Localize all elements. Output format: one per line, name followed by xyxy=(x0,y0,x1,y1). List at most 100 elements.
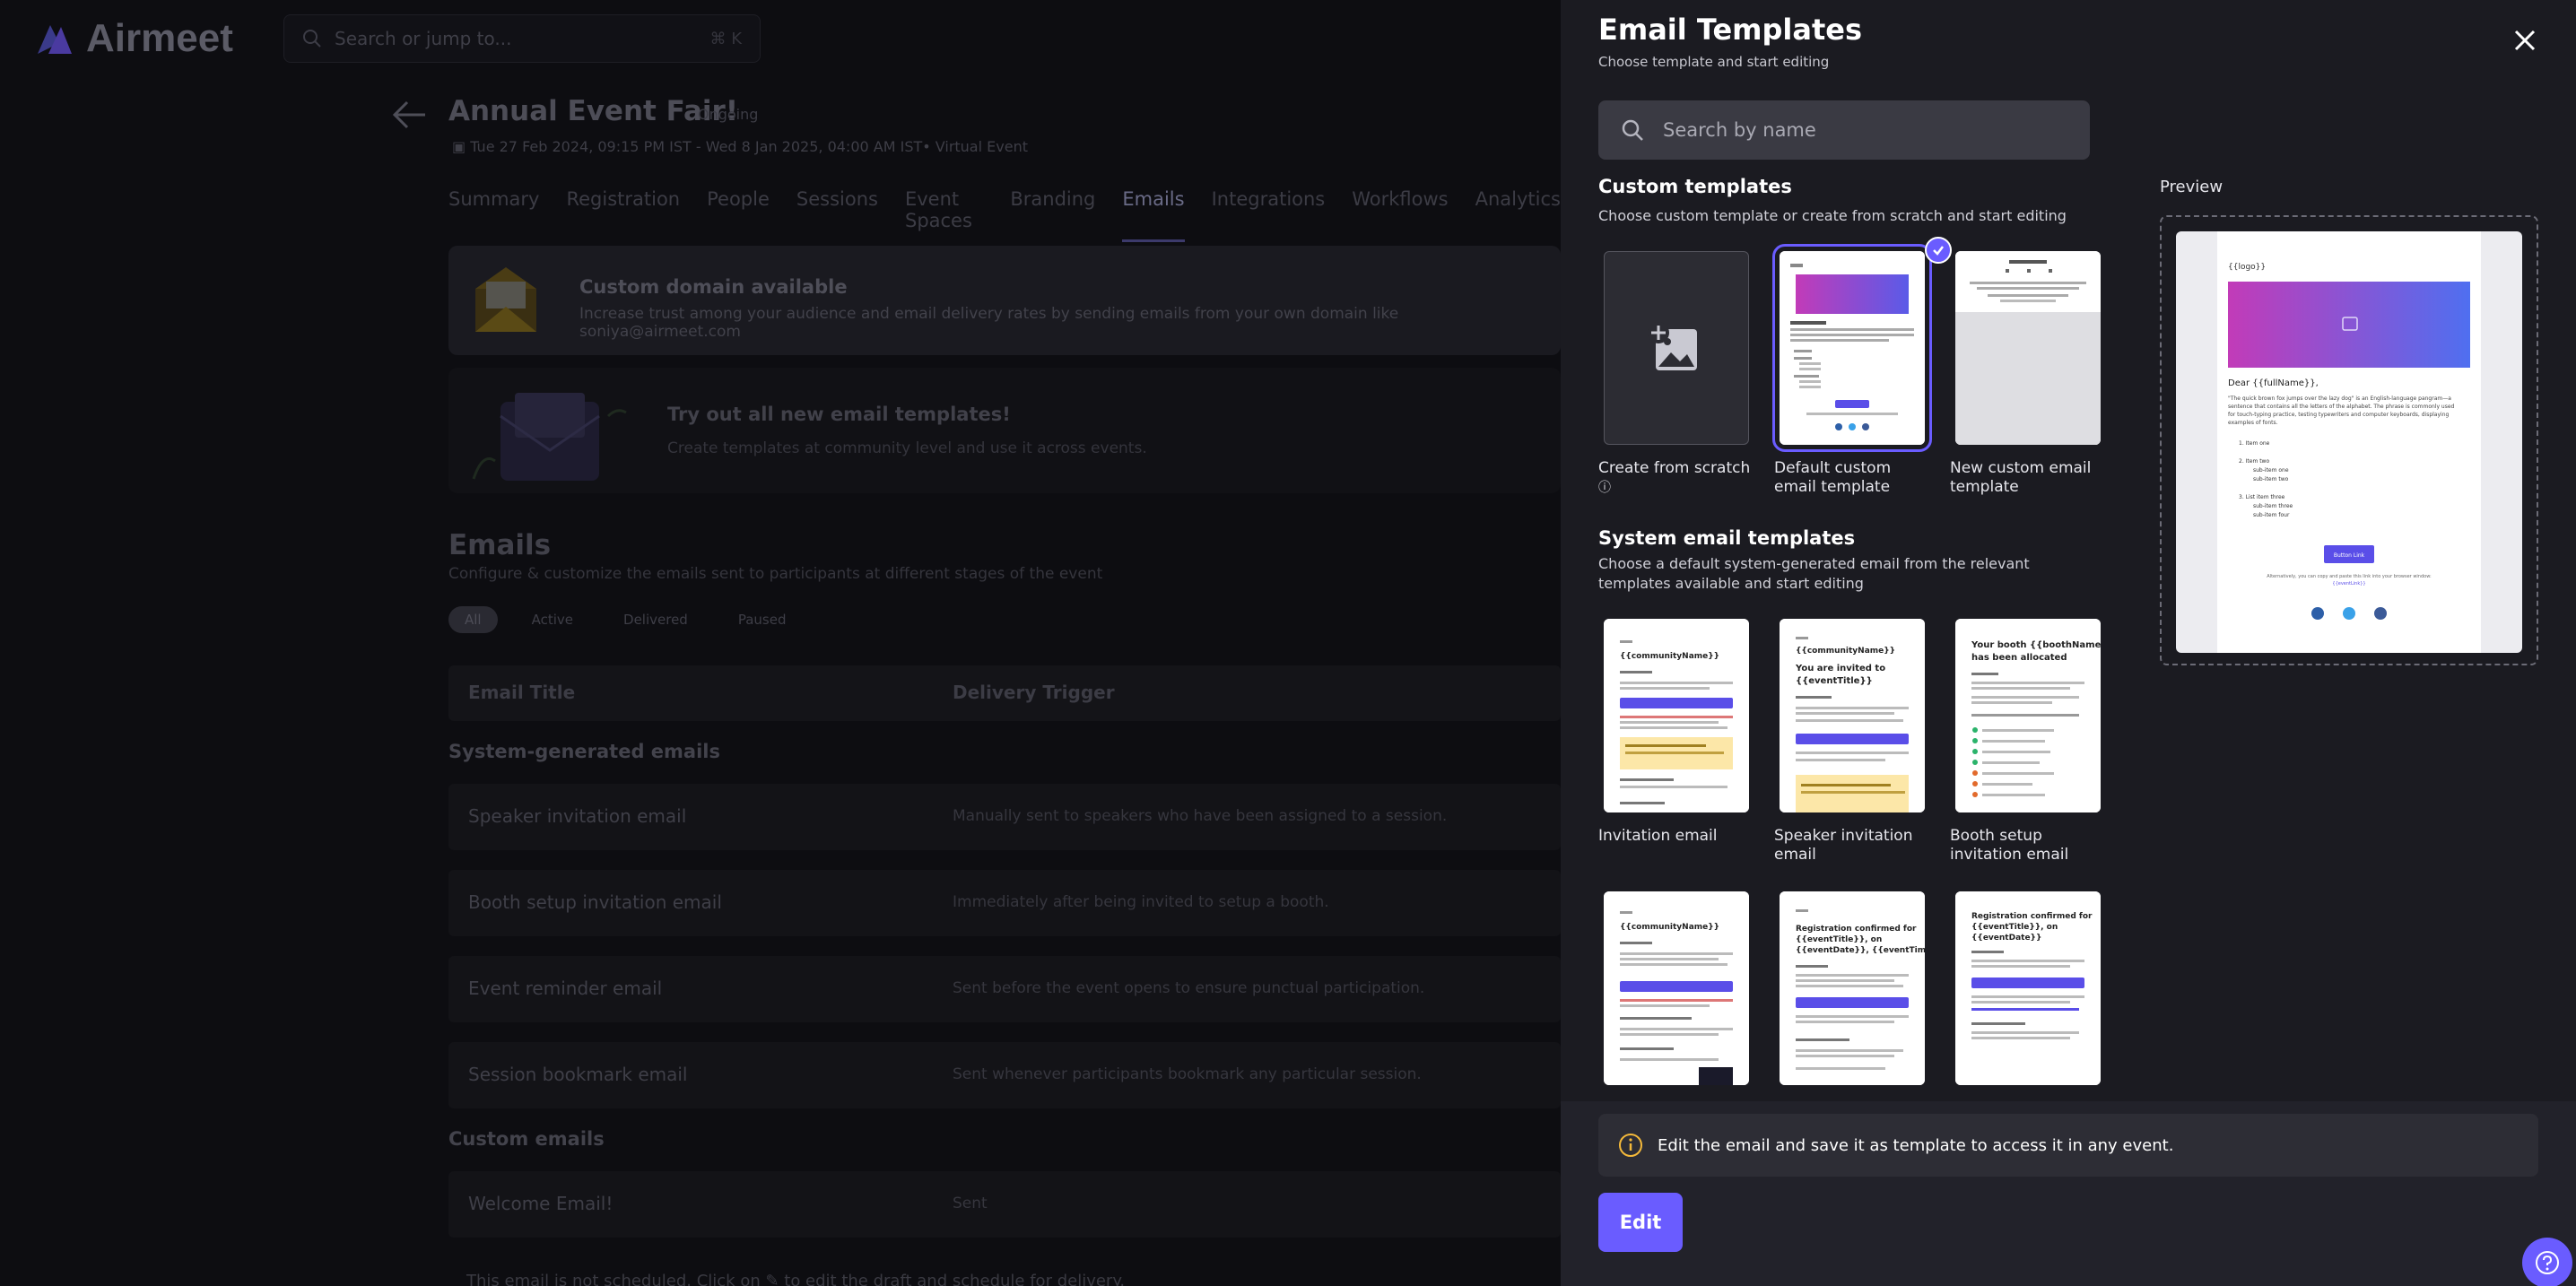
background-page: Airmeet Search or jump to... ⌘ K Annual … xyxy=(0,0,1561,1286)
template-card[interactable]: Registration confirmed for {{eventTitle}… xyxy=(1955,891,2101,1085)
booth-setup-template-card[interactable]: Your booth {{boothName}} has been alloca… xyxy=(1955,619,2101,812)
table-row[interactable]: Booth setup invitation email Immediately … xyxy=(448,870,1561,936)
svg-text:{{eventTitle}}, on: {{eventTitle}}, on xyxy=(1796,935,1882,944)
global-search[interactable]: Search or jump to... ⌘ K xyxy=(283,14,761,63)
top-bar: Airmeet Search or jump to... ⌘ K xyxy=(0,0,1561,74)
search-shortcut: ⌘ K xyxy=(709,29,742,48)
svg-text:sub-item one: sub-item one xyxy=(2253,467,2289,474)
row-trigger: Sent before the event opens to ensure pu… xyxy=(953,979,1425,997)
emails-heading: Emails xyxy=(448,529,552,561)
tab-people[interactable]: People xyxy=(707,188,770,242)
svg-text:"The quick brown fox jumps ove: "The quick brown fox jumps over the lazy… xyxy=(2228,395,2451,402)
row-title: Event reminder email xyxy=(468,978,663,999)
global-search-placeholder: Search or jump to... xyxy=(335,28,512,49)
template-search-input[interactable] xyxy=(1663,119,2068,141)
preview-label: Preview xyxy=(2160,178,2224,196)
selected-check-icon xyxy=(1925,237,1952,264)
svg-text:{{eventTitle}}: {{eventTitle}} xyxy=(1796,676,1873,686)
speaker-invitation-template-card[interactable]: {{communityName}} You are invited to {{e… xyxy=(1780,619,1925,812)
new-custom-template-card[interactable] xyxy=(1955,251,2101,445)
tab-workflows[interactable]: Workflows xyxy=(1352,188,1448,242)
tab-sessions[interactable]: Sessions xyxy=(796,188,878,242)
email-preview: {{logo}} Dear {{fullName}}, "The quick b… xyxy=(2217,231,2481,653)
svg-text:for touch-typing practice, tes: for touch-typing practice, testing typew… xyxy=(2228,412,2450,418)
back-arrow-icon[interactable] xyxy=(391,99,427,131)
template-thumbnail xyxy=(1780,251,1925,445)
custom-emails-section: Custom emails xyxy=(448,1128,605,1150)
new-templates-title: Try out all new email templates! xyxy=(667,404,1011,425)
svg-text:{{eventTitle}}, on: {{eventTitle}}, on xyxy=(1971,923,2058,932)
create-from-scratch-text: Create from scratch xyxy=(1598,459,1751,477)
system-emails-section: System-generated emails xyxy=(448,741,721,762)
thumb-text-invited: You are invited to xyxy=(1795,664,1885,673)
template-search[interactable] xyxy=(1598,100,2090,160)
tab-emails[interactable]: Emails xyxy=(1122,188,1185,242)
default-custom-template-card[interactable] xyxy=(1772,244,1932,452)
row-trigger: Sent whenever participants bookmark any … xyxy=(953,1065,1422,1083)
create-from-scratch-card[interactable] xyxy=(1604,251,1749,445)
preview-button: Button Link xyxy=(2334,552,2365,559)
email-illustration-icon xyxy=(472,393,627,481)
table-row[interactable]: Event reminder email Sent before the even… xyxy=(448,956,1561,1022)
row-trigger: Immediately after being invited to setup… xyxy=(953,893,1329,911)
svg-text:2. Item two: 2. Item two xyxy=(2239,458,2269,465)
email-templates-panel: Email Templates Choose template and star… xyxy=(1561,0,2576,1286)
emails-subheading: Configure & customize the emails sent to… xyxy=(448,565,1103,583)
preview-canvas: {{logo}} Dear {{fullName}}, "The quick b… xyxy=(2176,231,2522,653)
tab-branding[interactable]: Branding xyxy=(1010,188,1095,242)
save-template-info: Edit the email and save it as template t… xyxy=(1598,1114,2538,1177)
filter-paused[interactable]: Paused xyxy=(722,606,803,633)
event-dates: ▣ Tue 27 Feb 2024, 09:15 PM IST - Wed 8 … xyxy=(452,138,1028,155)
preview-logo-text: {{logo}} xyxy=(2228,263,2266,272)
thumb-text-community: {{communityName}} xyxy=(1796,647,1895,656)
svg-text:{{eventLink}}: {{eventLink}} xyxy=(2332,581,2365,587)
panel-subtitle: Choose template and start editing xyxy=(1598,54,1830,70)
tab-registration[interactable]: Registration xyxy=(566,188,680,242)
template-card[interactable]: {{communityName}} xyxy=(1604,891,1749,1085)
info-icon[interactable]: ⓘ xyxy=(1598,481,1611,495)
tab-analytics[interactable]: Analytics xyxy=(1475,188,1561,242)
panel-footer: Edit the email and save it as template t… xyxy=(1561,1101,2576,1286)
row-trigger: Sent xyxy=(953,1195,988,1212)
help-button[interactable] xyxy=(2522,1238,2572,1286)
emails-table-header: Email Title Delivery Trigger xyxy=(448,665,1561,721)
template-card[interactable]: Registration confirmed for {{eventTitle}… xyxy=(1780,891,1925,1085)
table-row[interactable]: Welcome Email! Sent xyxy=(448,1171,1561,1238)
table-row[interactable]: Session bookmark email Sent whenever part… xyxy=(448,1042,1561,1108)
invitation-template-card[interactable]: {{communityName}} xyxy=(1604,619,1749,812)
brand-logo[interactable]: Airmeet xyxy=(34,16,233,61)
svg-text:{{communityName}}: {{communityName}} xyxy=(1620,923,1719,932)
event-title: Annual Event Fair! xyxy=(448,95,738,127)
schedule-footnote: This email is not scheduled. Click on ✎ … xyxy=(466,1272,1126,1286)
svg-text:sub-item two: sub-item two xyxy=(2253,476,2289,482)
new-custom-template-label: New custom email template xyxy=(1950,459,2092,496)
close-icon[interactable] xyxy=(2511,27,2538,54)
svg-text:sub-item three: sub-item three xyxy=(2253,503,2293,509)
new-templates-text: Create templates at community level and … xyxy=(667,439,1147,457)
event-dates-text: Tue 27 Feb 2024, 09:15 PM IST - Wed 8 Ja… xyxy=(470,138,1028,155)
tab-event-spaces[interactable]: Event Spaces xyxy=(905,188,983,242)
tab-integrations[interactable]: Integrations xyxy=(1212,188,1326,242)
filter-delivered[interactable]: Delivered xyxy=(607,606,704,633)
column-email-title: Email Title xyxy=(468,682,576,703)
help-icon xyxy=(2536,1251,2559,1274)
svg-text:{{eventDate}}, {{eventTime}}: {{eventDate}}, {{eventTime}} xyxy=(1796,946,1925,955)
invitation-template-label: Invitation email xyxy=(1598,827,1718,845)
svg-text:has been allocated: has been allocated xyxy=(1971,653,2067,663)
edit-button[interactable]: Edit xyxy=(1598,1193,1683,1252)
svg-text:Your booth {{boothName}}: Your booth {{boothName}} xyxy=(1971,640,2101,650)
search-icon xyxy=(303,30,321,48)
event-tabs: Summary Registration People Sessions Eve… xyxy=(448,188,1561,242)
email-filters: All Active Delivered Paused xyxy=(448,606,802,633)
filter-active[interactable]: Active xyxy=(516,606,589,633)
svg-text:sub-item four: sub-item four xyxy=(2253,512,2290,518)
row-title: Welcome Email! xyxy=(468,1193,614,1214)
svg-text:Registration confirmed for: Registration confirmed for xyxy=(1971,912,2093,921)
preview-frame: {{logo}} Dear {{fullName}}, "The quick b… xyxy=(2160,215,2538,665)
table-row[interactable]: Speaker invitation email Manually sent to… xyxy=(448,784,1561,850)
filter-all[interactable]: All xyxy=(448,606,498,633)
tab-summary[interactable]: Summary xyxy=(448,188,539,242)
search-icon xyxy=(1622,119,1643,141)
create-from-scratch-label: Create from scratch ⓘ xyxy=(1598,459,1760,498)
booth-setup-template-label: Booth setup invitation email xyxy=(1950,827,2069,864)
